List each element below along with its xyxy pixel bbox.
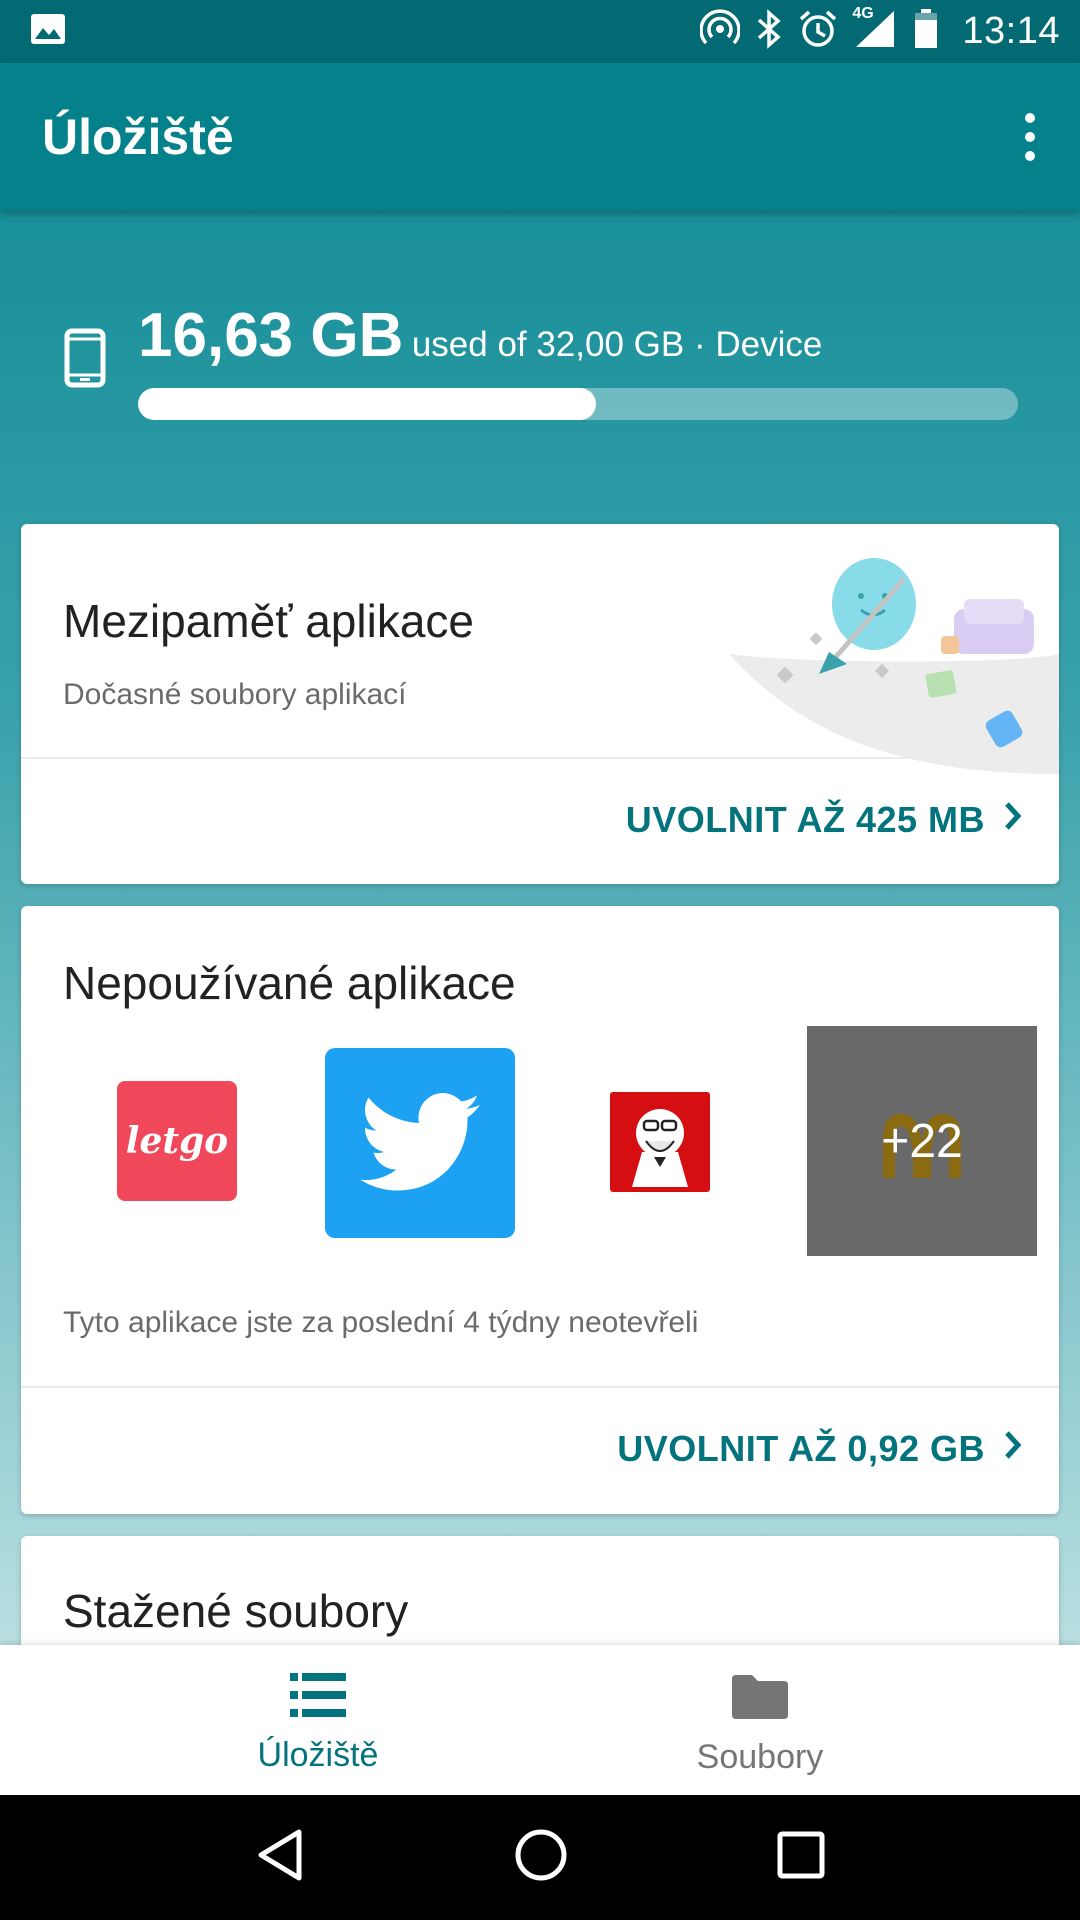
divider (21, 1386, 1059, 1388)
unused-apps-title: Nepoužívané aplikace (63, 957, 516, 1009)
tab-storage-label: Úložiště (257, 1736, 379, 1774)
image-notification-icon (30, 13, 66, 50)
more-vert-icon[interactable] (1010, 107, 1050, 167)
cache-card-subtitle: Dočasné soubory aplikací (63, 678, 407, 711)
tab-files-label: Soubory (696, 1738, 824, 1776)
storage-summary: 16,63 GB used of 32,00 GB · Device (62, 300, 1022, 430)
chevron-right-icon (1003, 1428, 1023, 1470)
system-navigation-bar (0, 1795, 1080, 1920)
more-apps-count: +22 (881, 1114, 963, 1168)
kfc-app-icon[interactable] (610, 1092, 710, 1192)
storage-icon (290, 1673, 346, 1722)
cleaning-illustration-icon (719, 524, 1059, 779)
cache-card[interactable]: Mezipaměť aplikace Dočasné soubory aplik… (21, 524, 1059, 884)
letgo-app-icon[interactable]: letgo (117, 1081, 237, 1201)
storage-details: used of 32,00 GB · Device (411, 325, 823, 364)
back-icon[interactable] (255, 1828, 305, 1887)
battery-icon (914, 9, 938, 54)
free-unused-apps-button[interactable]: UVOLNIT AŽ 0,92 GB (617, 1428, 1023, 1470)
app-bar: Úložiště (0, 63, 1080, 210)
bluetooth-icon (756, 9, 782, 54)
hotspot-icon (699, 9, 742, 54)
recents-icon[interactable] (777, 1831, 825, 1884)
cache-card-title: Mezipaměť aplikace (63, 595, 474, 647)
free-cache-label: UVOLNIT AŽ 425 MB (625, 799, 985, 840)
downloads-title: Stažené soubory (63, 1585, 409, 1637)
page-title: Úložiště (42, 108, 234, 165)
storage-progress-fill (138, 388, 596, 420)
folder-icon (732, 1675, 788, 1724)
clock: 13:14 (962, 10, 1060, 52)
home-icon[interactable] (514, 1828, 568, 1887)
status-bar: 4G 13:14 (0, 0, 1080, 63)
letgo-logo-text: letgo (125, 1120, 229, 1162)
free-cache-button[interactable]: UVOLNIT AŽ 425 MB (626, 799, 1023, 841)
free-unused-apps-label: UVOLNIT AŽ 0,92 GB (617, 1428, 985, 1469)
phone-icon (64, 328, 106, 393)
chevron-right-icon (1003, 799, 1023, 841)
storage-used: 16,63 GB (138, 301, 404, 370)
bottom-navigation: Úložiště Soubory (0, 1645, 1080, 1795)
signal-icon: 4G (852, 5, 898, 54)
divider (21, 757, 1059, 759)
storage-progress-bar (138, 388, 1018, 420)
unused-apps-description: Tyto aplikace jste za poslední 4 týdny n… (63, 1306, 699, 1339)
alarm-icon (798, 9, 838, 54)
network-type: 4G (852, 5, 874, 22)
unused-apps-card[interactable]: Nepoužívané aplikace letgo +22 Tyto apli… (21, 906, 1059, 1514)
more-apps-tile[interactable]: +22 (807, 1026, 1037, 1256)
tab-files[interactable]: Soubory (490, 1645, 1030, 1795)
twitter-app-icon[interactable] (325, 1048, 515, 1238)
